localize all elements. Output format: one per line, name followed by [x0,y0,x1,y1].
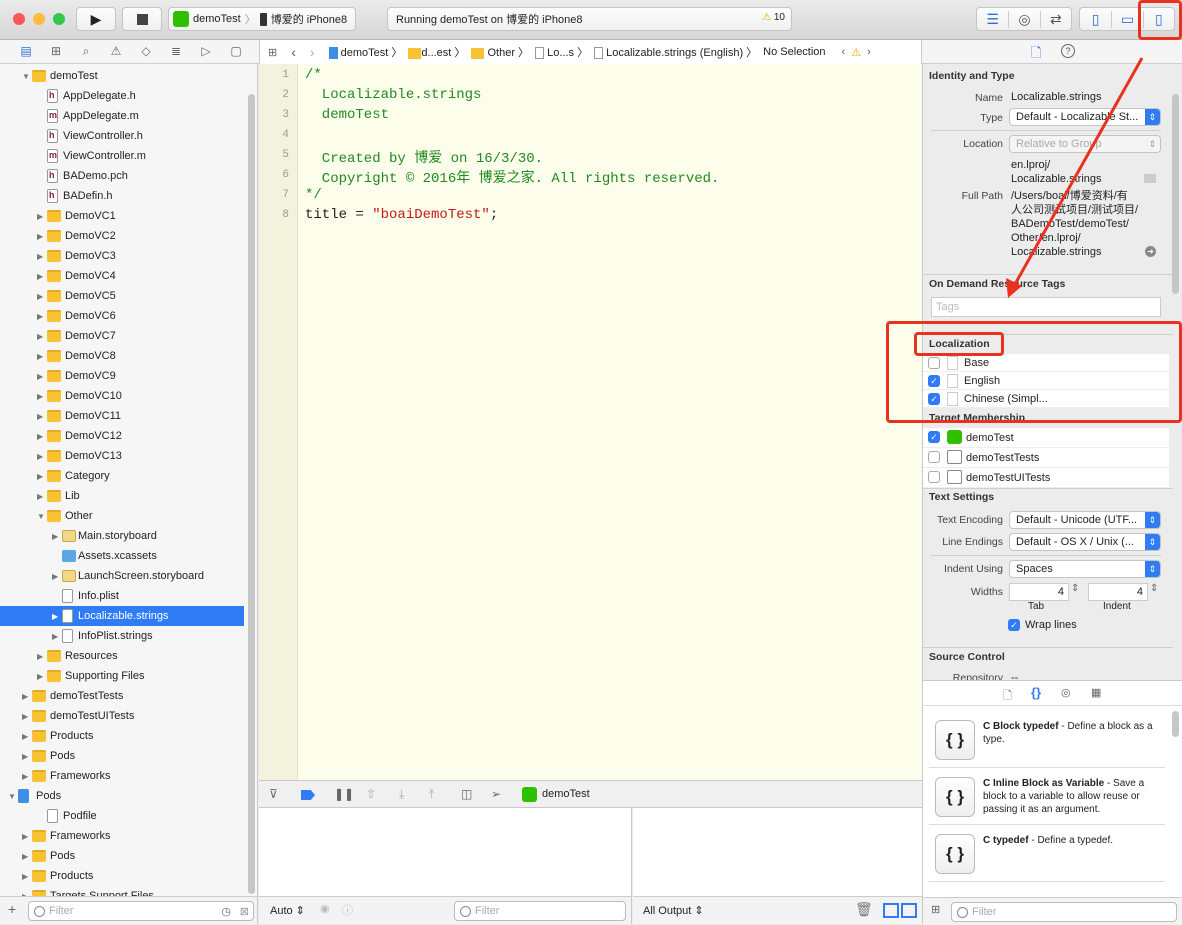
annotation-arrow [1006,57,1144,298]
